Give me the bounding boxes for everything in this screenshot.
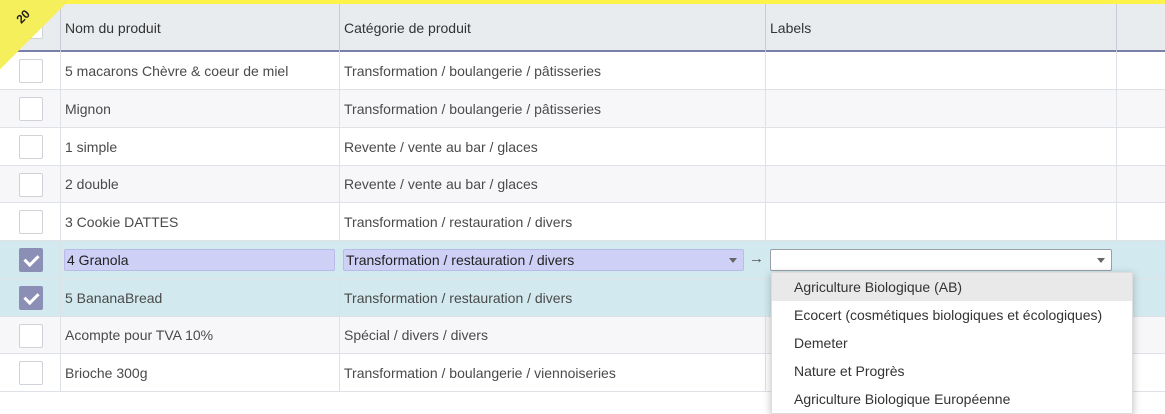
product-labels-cell[interactable] (766, 90, 1117, 127)
chevron-down-icon (1097, 258, 1105, 263)
row-select-cell (0, 90, 61, 127)
row-checkbox[interactable] (19, 59, 43, 83)
product-category-cell[interactable]: Transformation / restauration / divers (340, 203, 766, 240)
product-category-cell[interactable]: Revente / vente au bar / glaces (340, 128, 766, 165)
dropdown-option[interactable]: Ecocert (cosmétiques biologiques et écol… (772, 301, 1132, 329)
product-name-input[interactable]: 4 Granola (64, 249, 335, 271)
category-select-value: Transformation / restauration / divers (346, 252, 575, 268)
row-select-cell (0, 128, 61, 165)
product-category-cell[interactable]: Transformation / restauration / divers (340, 279, 766, 316)
product-name-cell[interactable]: 5 BananaBread (61, 279, 340, 316)
row-checkbox[interactable] (19, 286, 43, 310)
dropdown-option[interactable]: Agriculture Biologique Européenne (772, 385, 1132, 413)
row-checkbox[interactable] (19, 173, 43, 197)
product-name-cell[interactable]: Brioche 300g (61, 354, 340, 391)
dropdown-option[interactable]: Agriculture Biologique (AB) (772, 273, 1132, 301)
table-row[interactable]: 5 macarons Chèvre & coeur de miel Transfo… (0, 52, 1165, 90)
product-labels-cell[interactable] (766, 166, 1117, 202)
table-row[interactable]: 2 double Revente / vente au bar / glaces (0, 166, 1165, 203)
chevron-down-icon (729, 258, 737, 263)
row-checkbox[interactable] (19, 361, 43, 385)
row-checkbox[interactable] (19, 135, 43, 159)
row-select-cell (0, 279, 61, 316)
row-select-cell (0, 166, 61, 202)
product-name-cell[interactable]: Acompte pour TVA 10% (61, 317, 340, 353)
product-labels-cell[interactable] (766, 128, 1117, 165)
product-name-cell[interactable]: 5 macarons Chèvre & coeur de miel (61, 52, 340, 89)
product-category-cell[interactable]: Transformation / boulangerie / pâtisseri… (340, 90, 766, 127)
row-checkbox[interactable] (19, 97, 43, 121)
product-name-cell[interactable]: 1 simple (61, 128, 340, 165)
product-name-cell[interactable]: 2 double (61, 166, 340, 202)
product-labels-cell[interactable] (766, 52, 1117, 89)
external-link-icon[interactable]: → (749, 250, 764, 267)
row-checkbox[interactable] (19, 248, 43, 272)
column-header-labels[interactable]: Labels (766, 4, 1117, 52)
row-checkbox[interactable] (19, 324, 43, 348)
labels-dropdown: Agriculture Biologique (AB) Ecocert (cosm… (771, 272, 1133, 414)
column-header-extra (1117, 4, 1165, 52)
product-labels-cell[interactable] (766, 203, 1117, 240)
product-category-cell[interactable]: Revente / vente au bar / glaces (340, 166, 766, 202)
ribbon-text: 20 (13, 6, 33, 27)
product-category-cell[interactable]: Transformation / boulangerie / viennoise… (340, 354, 766, 391)
row-select-cell (0, 241, 61, 278)
row-checkbox[interactable] (19, 210, 43, 234)
labels-input[interactable] (770, 249, 1112, 271)
product-name-cell[interactable]: 3 Cookie DATTES (61, 203, 340, 240)
category-select[interactable]: Transformation / restauration / divers (343, 249, 744, 271)
row-select-cell (0, 354, 61, 391)
column-header-category[interactable]: Catégorie de produit (340, 4, 766, 52)
table-row[interactable]: 1 simple Revente / vente au bar / glaces (0, 128, 1165, 166)
table-row[interactable]: 3 Cookie DATTES Transformation / restaura… (0, 203, 1165, 241)
row-select-cell (0, 317, 61, 353)
column-header-name[interactable]: Nom du produit (61, 4, 340, 52)
product-name-cell[interactable]: Mignon (61, 90, 340, 127)
list-header: Nom du produit Catégorie de produit Labe… (0, 0, 1165, 52)
row-select-cell (0, 203, 61, 240)
dropdown-option[interactable]: Demeter (772, 329, 1132, 357)
table-row[interactable]: Mignon Transformation / boulangerie / pât… (0, 90, 1165, 128)
product-category-cell[interactable]: Transformation / boulangerie / pâtisseri… (340, 52, 766, 89)
product-category-cell[interactable]: Spécial / divers / divers (340, 317, 766, 353)
dropdown-option[interactable]: Nature et Progrès (772, 357, 1132, 385)
